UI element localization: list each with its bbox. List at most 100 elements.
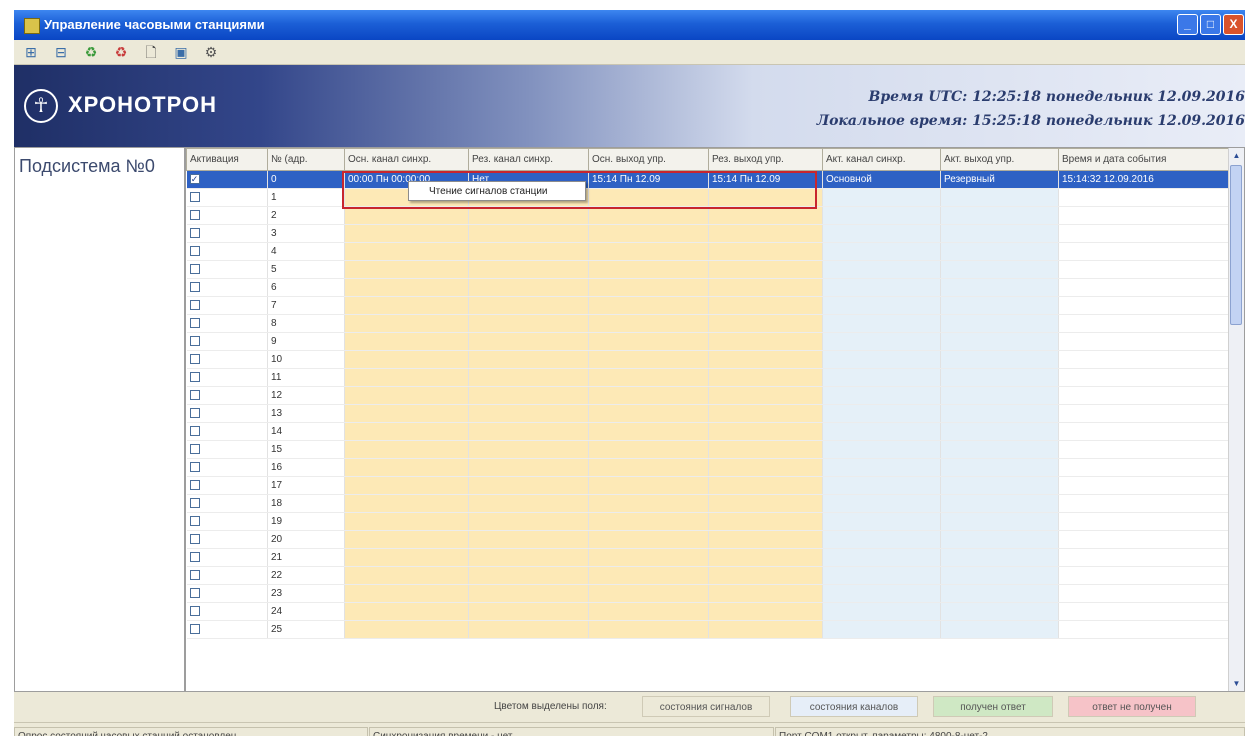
table-row[interactable]: 7 (186, 296, 1231, 315)
station-number[interactable]: 18 (267, 494, 345, 513)
station-number[interactable]: 7 (267, 296, 345, 315)
table-cell[interactable] (344, 548, 469, 567)
close-button[interactable]: X (1223, 14, 1244, 35)
table-cell[interactable] (940, 548, 1059, 567)
activation-cell[interactable] (186, 548, 268, 567)
table-cell[interactable] (588, 458, 709, 477)
table-cell[interactable] (822, 530, 941, 549)
table-cell[interactable] (822, 296, 941, 315)
table-cell[interactable] (588, 296, 709, 315)
table-cell[interactable] (708, 368, 823, 387)
table-cell[interactable] (1058, 620, 1231, 639)
table-cell[interactable] (1058, 548, 1231, 567)
table-row[interactable]: 21 (186, 548, 1231, 567)
window-icon[interactable]: ▣ (172, 43, 190, 61)
table-cell[interactable]: Резервный (940, 170, 1059, 189)
station-number[interactable]: 3 (267, 224, 345, 243)
activation-cell[interactable] (186, 440, 268, 459)
table-cell[interactable] (468, 242, 589, 261)
table-cell[interactable] (822, 440, 941, 459)
table-cell[interactable] (940, 296, 1059, 315)
activation-checkbox[interactable] (189, 444, 200, 455)
table-cell[interactable] (344, 314, 469, 333)
column-header[interactable]: Рез. выход упр. (708, 148, 823, 171)
subsystem-tree[interactable]: Подсистема №0 (14, 147, 185, 692)
station-number[interactable]: 5 (267, 260, 345, 279)
activation-cell[interactable] (186, 368, 268, 387)
activation-cell[interactable] (186, 206, 268, 225)
table-cell[interactable] (588, 260, 709, 279)
table-row[interactable]: 19 (186, 512, 1231, 531)
activation-cell[interactable] (186, 224, 268, 243)
table-cell[interactable] (1058, 296, 1231, 315)
table-cell[interactable] (940, 530, 1059, 549)
activation-cell[interactable] (186, 458, 268, 477)
table-cell[interactable] (822, 584, 941, 603)
table-cell[interactable] (588, 530, 709, 549)
activation-cell[interactable] (186, 332, 268, 351)
table-cell[interactable] (344, 602, 469, 621)
table-cell[interactable] (940, 440, 1059, 459)
table-cell[interactable] (1058, 368, 1231, 387)
activation-checkbox[interactable] (189, 408, 200, 419)
table-cell[interactable] (708, 458, 823, 477)
table-cell[interactable] (940, 350, 1059, 369)
table-row[interactable]: 4 (186, 242, 1231, 261)
activation-cell[interactable] (186, 494, 268, 513)
table-cell[interactable] (588, 224, 709, 243)
activation-cell[interactable] (186, 584, 268, 603)
activation-cell[interactable] (186, 566, 268, 585)
table-row[interactable]: 23 (186, 584, 1231, 603)
table-cell[interactable] (588, 422, 709, 441)
table-row[interactable]: 2 (186, 206, 1231, 225)
table-cell[interactable] (822, 224, 941, 243)
table-cell[interactable] (708, 602, 823, 621)
station-number[interactable]: 0 (267, 170, 345, 189)
table-cell[interactable] (708, 386, 823, 405)
table-cell[interactable] (344, 620, 469, 639)
table-cell[interactable] (344, 206, 469, 225)
activation-cell[interactable] (186, 278, 268, 297)
table-cell[interactable] (588, 476, 709, 495)
table-cell[interactable] (940, 332, 1059, 351)
table-row[interactable]: 25 (186, 620, 1231, 639)
table-cell[interactable] (822, 386, 941, 405)
stations-grid[interactable]: Активация № (адр. Осн. канал синхр. Рез. ка… (185, 147, 1245, 692)
table-cell[interactable] (940, 188, 1059, 207)
station-number[interactable]: 11 (267, 368, 345, 387)
table-row[interactable]: 6 (186, 278, 1231, 297)
column-header[interactable]: Акт. канал синхр. (822, 148, 941, 171)
table-cell[interactable] (344, 242, 469, 261)
activation-checkbox[interactable] (189, 210, 200, 221)
station-number[interactable]: 15 (267, 440, 345, 459)
station-number[interactable]: 25 (267, 620, 345, 639)
activation-cell[interactable]: ✓ (186, 170, 268, 189)
table-cell[interactable] (588, 242, 709, 261)
table-cell[interactable] (940, 566, 1059, 585)
table-cell[interactable] (1058, 602, 1231, 621)
table-cell[interactable] (588, 206, 709, 225)
table-cell[interactable] (708, 404, 823, 423)
table-cell[interactable] (822, 206, 941, 225)
station-number[interactable]: 24 (267, 602, 345, 621)
activation-checkbox[interactable] (189, 246, 200, 257)
table-cell[interactable] (822, 512, 941, 531)
table-cell[interactable]: Основной (822, 170, 941, 189)
activation-checkbox[interactable] (189, 426, 200, 437)
table-cell[interactable] (588, 404, 709, 423)
scroll-thumb[interactable] (1230, 165, 1242, 325)
table-cell[interactable] (940, 368, 1059, 387)
station-number[interactable]: 9 (267, 332, 345, 351)
activation-checkbox[interactable] (189, 372, 200, 383)
activation-checkbox[interactable] (189, 354, 200, 365)
table-cell[interactable] (1058, 314, 1231, 333)
table-cell[interactable] (588, 368, 709, 387)
table-cell[interactable] (468, 530, 589, 549)
station-number[interactable]: 8 (267, 314, 345, 333)
table-cell[interactable] (468, 386, 589, 405)
table-cell[interactable] (940, 602, 1059, 621)
activation-cell[interactable] (186, 476, 268, 495)
table-cell[interactable] (344, 260, 469, 279)
table-cell[interactable] (940, 494, 1059, 513)
refresh-red-icon[interactable]: ♻ (112, 43, 130, 61)
